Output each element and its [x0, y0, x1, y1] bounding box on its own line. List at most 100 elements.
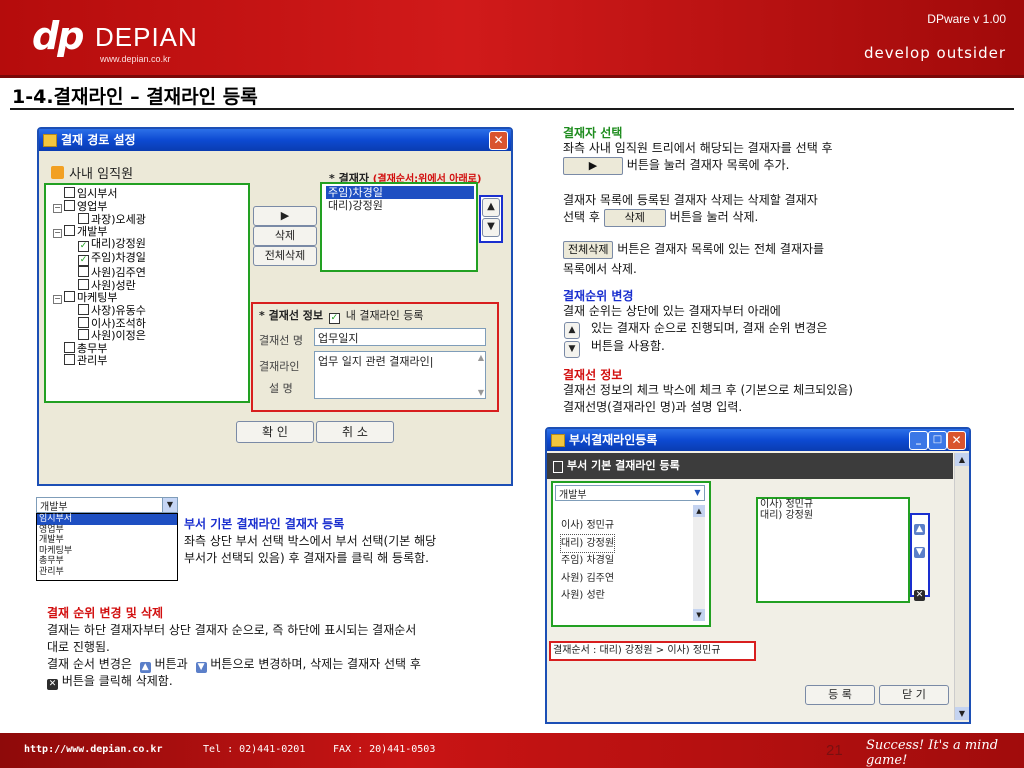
minimize-icon[interactable]: _: [909, 431, 928, 450]
tree-node[interactable]: 이사)조석하: [53, 316, 245, 330]
tree-node[interactable]: 사원)성란: [53, 278, 245, 292]
order-buttons: ▲ ▼: [479, 195, 503, 243]
logo-name: DEPIAN: [95, 22, 198, 52]
tree-node[interactable]: 사원)김주연: [53, 266, 245, 279]
mid-section-title: 부서 기본 결재라인 결재자 등록: [184, 517, 345, 531]
member-item[interactable]: 대리) 강정원: [559, 533, 616, 553]
dialog-titlebar: 결재 경로 설정 ✕: [39, 129, 511, 151]
chevron-down-icon[interactable]: ▼: [162, 498, 177, 512]
tree-checkbox[interactable]: [64, 341, 75, 353]
tree-node[interactable]: ✓ 주임)차경일: [53, 252, 245, 266]
add-approver-button[interactable]: ▶: [253, 206, 317, 226]
tree-checkbox[interactable]: [64, 187, 75, 198]
scroll-up-icon[interactable]: ▲: [955, 453, 969, 466]
tree-node[interactable]: 사장)유동수: [53, 304, 245, 317]
tree-node[interactable]: 사원)이정은: [53, 329, 245, 342]
delete-approver-button[interactable]: 삭제: [253, 226, 317, 246]
tree-checkbox[interactable]: [78, 266, 89, 277]
scroll-down-icon[interactable]: ▼: [478, 388, 484, 397]
tree-node[interactable]: 총무부: [53, 341, 245, 355]
tree-checkbox[interactable]: ✓: [78, 255, 89, 266]
dialog2-titlebar: 부서결재라인등록 _ □ ✕: [547, 429, 969, 451]
move-down-button[interactable]: ▼: [482, 218, 500, 237]
scroll-down-icon[interactable]: ▼: [955, 707, 969, 720]
chevron-down-icon[interactable]: ▼: [691, 486, 704, 500]
delete-all-button[interactable]: 전체삭제: [253, 246, 317, 266]
s1-line-3: 결재자 목록에 등록된 결재자 삭제는 삭제할 결재자: [563, 193, 818, 207]
approver-item[interactable]: 대리)강정원: [326, 199, 474, 212]
close-button[interactable]: 닫 기: [879, 685, 949, 705]
line-name-input[interactable]: 업무일지: [314, 328, 486, 346]
maximize-icon[interactable]: □: [928, 431, 947, 450]
tree-checkbox[interactable]: [78, 316, 89, 328]
tree-node-label: 사원)김주연: [91, 266, 146, 279]
dept-option[interactable]: 관리부: [37, 567, 177, 578]
member-item[interactable]: 주임) 차경일: [561, 552, 614, 570]
register-button[interactable]: 등 록: [805, 685, 875, 705]
dept-option[interactable]: 마케팅부: [37, 546, 177, 557]
dialog2-approver-list[interactable]: 이사) 정민규 대리) 강정원: [756, 497, 910, 603]
move-up-icon[interactable]: ▲: [914, 524, 925, 535]
dept-select-2[interactable]: 개발부 ▼: [555, 485, 705, 501]
order-change-title: 결재 순위 변경 및 삭제: [47, 606, 164, 620]
tree-node[interactable]: − 마케팅부: [53, 291, 245, 304]
tree-checkbox[interactable]: [64, 225, 75, 236]
logo-url: www.depian.co.kr: [100, 54, 171, 64]
move-down-icon[interactable]: ▼: [914, 547, 925, 558]
member-item[interactable]: 사원) 김주연: [561, 570, 614, 588]
tree-node[interactable]: 관리부: [53, 354, 245, 367]
dept-option[interactable]: 영업부: [37, 525, 177, 536]
tree-checkbox[interactable]: [78, 304, 89, 315]
s2-line-2: 있는 결재자 순으로 진행되며, 결재 순위 변경은: [591, 321, 828, 335]
scroll-up-icon[interactable]: ▲: [693, 505, 705, 517]
dialog2-scrollbar[interactable]: ▲ ▼: [954, 453, 969, 720]
tree-node[interactable]: ✓ 대리)강정원: [53, 238, 245, 252]
tree-checkbox[interactable]: [64, 354, 75, 365]
approver-item[interactable]: 대리) 강정원: [758, 510, 908, 521]
s1-line-5: 전체삭제 버튼은 결재자 목록에 있는 전체 결재자를: [563, 241, 824, 259]
dialog2-order-buttons: ▲ ▼ ✕: [910, 513, 930, 601]
tree-checkbox[interactable]: [78, 329, 89, 340]
delete-x-icon[interactable]: ✕: [914, 590, 925, 601]
tree-node-label: 총무부: [77, 341, 108, 355]
approver-item-selected[interactable]: 주임)차경일: [326, 186, 474, 199]
dialog2-section-header: 부서 기본 결재라인 등록: [547, 453, 953, 479]
tree-node[interactable]: 임시부서: [53, 187, 245, 200]
dept-option[interactable]: 임시부서: [37, 514, 177, 525]
close-icon[interactable]: ✕: [489, 131, 508, 150]
dept-option[interactable]: 총무부: [37, 556, 177, 567]
tree-checkbox[interactable]: ✓: [78, 241, 89, 252]
approver-list[interactable]: 주임)차경일 대리)강정원: [320, 182, 478, 272]
approver-item[interactable]: 이사) 정민규: [758, 499, 908, 510]
inline-up-icon: ▲: [564, 322, 580, 339]
ok-button[interactable]: 확 인: [236, 421, 314, 443]
tree-node[interactable]: − 영업부: [53, 199, 245, 213]
footer-fax: FAX : 20)441-0503: [333, 744, 436, 755]
delete-x-icon: ✕: [47, 679, 58, 690]
logo-mark: dp: [32, 14, 84, 58]
tree-checkbox[interactable]: [78, 212, 89, 224]
collapse-icon[interactable]: −: [53, 229, 62, 238]
my-line-checkbox[interactable]: ✓: [328, 313, 340, 324]
tree-checkbox[interactable]: [64, 291, 75, 302]
cancel-button[interactable]: 취 소: [316, 421, 394, 443]
scroll-down-icon[interactable]: ▼: [693, 609, 705, 621]
tree-checkbox[interactable]: [78, 278, 89, 290]
move-down-icon: ▼: [195, 662, 207, 673]
member-item[interactable]: 사원) 성란: [561, 587, 614, 605]
scroll-up-icon[interactable]: ▲: [478, 353, 484, 362]
close-icon[interactable]: ✕: [947, 431, 966, 450]
tree-node[interactable]: − 개발부: [53, 225, 245, 238]
tree-node[interactable]: 과장)오세광: [53, 212, 245, 226]
collapse-icon[interactable]: −: [53, 295, 62, 304]
member-scrollbar[interactable]: ▲ ▼: [693, 505, 705, 621]
dept-select[interactable]: 개발부 ▼: [36, 497, 178, 513]
member-item[interactable]: 이사) 정민규: [561, 517, 614, 535]
order-change-line-2: 대로 진행됨.: [47, 640, 110, 654]
move-up-button[interactable]: ▲: [482, 198, 500, 217]
tree-checkbox[interactable]: [64, 199, 75, 211]
dept-option[interactable]: 개발부: [37, 535, 177, 546]
line-name-label: 결재선 명: [259, 334, 303, 347]
line-desc-textarea[interactable]: 업무 일지 관련 결재라인| ▲ ▼: [314, 351, 486, 399]
collapse-icon[interactable]: −: [53, 203, 62, 213]
